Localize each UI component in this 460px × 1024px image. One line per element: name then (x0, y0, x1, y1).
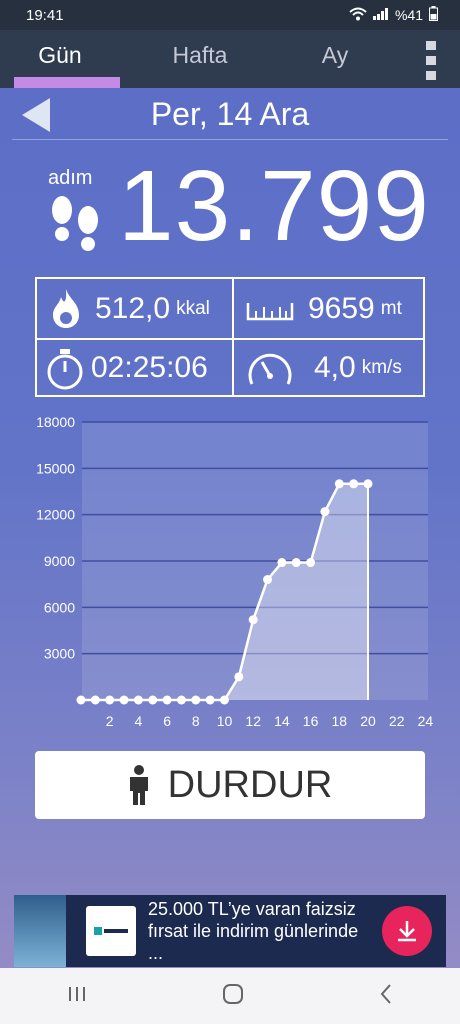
chart-data-point (176, 695, 186, 705)
tab-day-label: Gün (38, 42, 82, 68)
tab-week-label: Hafta (172, 42, 228, 68)
speed-stat: 4,0 km/s (232, 338, 425, 395)
chart-data-point (162, 695, 172, 705)
ad-brand-logo (86, 906, 136, 956)
speedometer-icon (248, 353, 292, 385)
tab-month[interactable]: Ay (240, 30, 430, 88)
chart-data-point (263, 575, 273, 585)
tab-week[interactable]: Hafta (160, 30, 240, 88)
recent-apps-icon[interactable] (67, 985, 87, 1008)
y-tick-label: 12000 (36, 507, 75, 523)
overflow-menu-icon[interactable] (426, 41, 438, 80)
y-tick-label: 18000 (36, 414, 75, 430)
tab-month-label: Ay (321, 42, 349, 68)
signal-icon (372, 7, 389, 23)
tab-day[interactable]: Gün (0, 30, 120, 88)
tab-bar: Gün Hafta Ay (0, 30, 460, 88)
distance-unit: mt (380, 297, 402, 319)
back-icon[interactable] (379, 983, 393, 1010)
x-tick-label: 16 (303, 713, 319, 729)
wifi-icon (349, 7, 367, 24)
flame-icon (53, 289, 79, 328)
chart-data-point (277, 558, 287, 568)
chart-data-point (205, 695, 215, 705)
ad-download-button[interactable] (382, 906, 432, 956)
walking-person-icon (129, 765, 148, 805)
y-tick-label: 3000 (44, 646, 75, 662)
x-tick-label: 12 (245, 713, 261, 729)
chart-data-point (191, 695, 201, 705)
chart-data-point (320, 507, 330, 517)
speed-unit: km/s (361, 356, 402, 378)
chart-data-point (119, 695, 129, 705)
system-nav-bar (0, 968, 460, 1024)
stats-grid: 512,0 kkal 9659 mt 02:25:06 4,0 km/s (35, 277, 425, 397)
ad-text: 25.000 TL’ye varan faizsiz fırsat ile in… (148, 899, 359, 963)
ruler-icon (246, 303, 294, 321)
y-tick-label: 6000 (44, 599, 75, 615)
ad-image (14, 895, 66, 967)
current-date: Per, 14 Ara (150, 96, 310, 132)
steps-label: adım (48, 167, 93, 189)
duration-stat: 02:25:06 (37, 338, 232, 395)
chart-data-point (76, 695, 86, 705)
x-tick-label: 14 (274, 713, 290, 729)
x-tick-label: 4 (135, 713, 143, 729)
chart-data-point (133, 695, 143, 705)
x-tick-label: 2 (106, 713, 114, 729)
stopwatch-icon (47, 349, 83, 390)
distance-value: 9659 (308, 291, 375, 325)
chart-data-point (248, 615, 258, 625)
x-tick-label: 22 (389, 713, 405, 729)
steps-count: 13.799 (118, 150, 430, 262)
x-tick-label: 24 (418, 713, 434, 729)
footprints-icon (50, 192, 102, 257)
calories-unit: kkal (176, 297, 210, 319)
chart-data-point (349, 479, 359, 489)
chart-data-point (105, 695, 115, 705)
y-tick-label: 15000 (36, 460, 75, 476)
ad-banner[interactable]: 25.000 TL’ye varan faizsiz fırsat ile in… (14, 895, 446, 967)
chart-data-point (148, 695, 158, 705)
chart-data-point (220, 695, 229, 705)
calories-stat: 512,0 kkal (37, 279, 232, 338)
chart-data-point (334, 479, 344, 489)
y-tick-label: 9000 (44, 553, 75, 569)
x-tick-label: 8 (192, 713, 200, 729)
stop-button-label: DURDUR (167, 763, 333, 806)
x-tick-label: 20 (360, 713, 376, 729)
hourly-steps-chart: 3000600090001200015000180002 4 6 8 10 12 14 16 1… (36, 414, 434, 729)
x-tick-label: 18 (332, 713, 348, 729)
x-tick-label: 6 (163, 713, 171, 729)
clock: 19:41 (26, 6, 64, 24)
download-icon (398, 921, 416, 942)
status-bar: 19:41 %41 (0, 0, 460, 30)
speed-value: 4,0 (314, 350, 356, 384)
duration-value: 02:25:06 (91, 350, 208, 384)
home-icon[interactable] (222, 983, 244, 1010)
chart-data-point (291, 558, 301, 568)
chart-data-point (306, 558, 316, 568)
stop-button[interactable]: DURDUR (35, 751, 425, 819)
distance-stat: 9659 mt (232, 279, 425, 338)
status-indicators: %41 (349, 6, 438, 24)
date-navigation: Per, 14 Ara (12, 90, 448, 140)
battery-level: %41 (394, 7, 423, 23)
chart-data-point (234, 672, 244, 682)
x-tick-label: 10 (217, 713, 233, 729)
chart-data-point (90, 695, 100, 705)
battery-icon (429, 6, 438, 24)
chart-data-point (363, 479, 373, 489)
calories-value: 512,0 (95, 291, 171, 325)
